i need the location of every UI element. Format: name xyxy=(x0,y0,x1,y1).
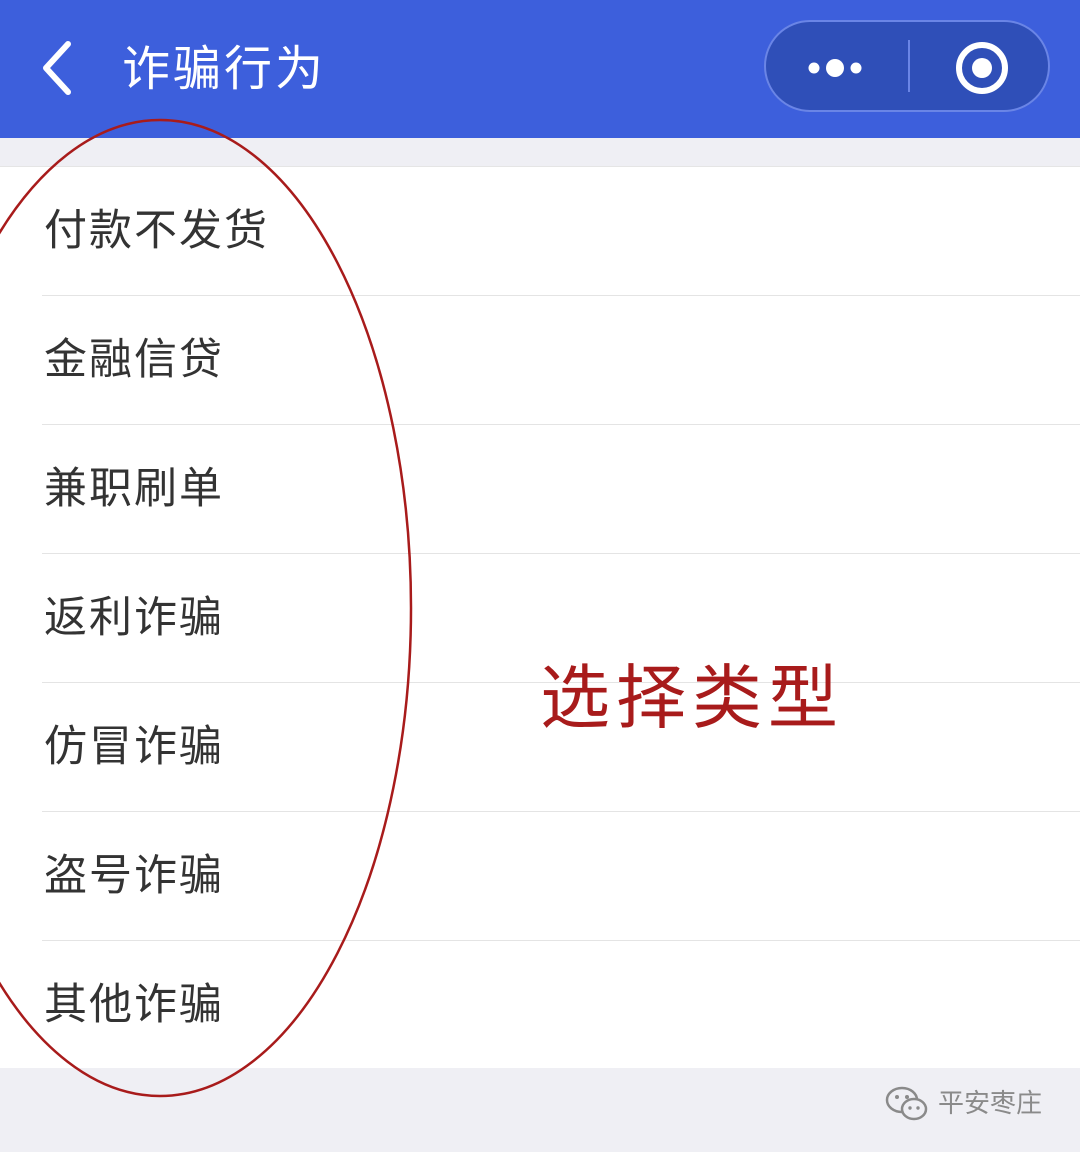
title-bar: 诈骗行为 xyxy=(0,0,1080,138)
mini-program-capsule xyxy=(764,20,1050,112)
more-button[interactable] xyxy=(766,22,908,110)
chevron-left-icon xyxy=(43,41,71,95)
list-item-label: 其他诈骗 xyxy=(44,980,224,1030)
page-title: 诈骗行为 xyxy=(122,41,327,97)
list-item-label: 兼职刷单 xyxy=(44,464,224,514)
list-item-label: 金融信贷 xyxy=(44,335,224,385)
annotation-label: 选择类型 xyxy=(540,657,844,739)
wechat-icon xyxy=(885,1086,928,1121)
list-item[interactable]: 兼职刷单 xyxy=(0,425,1080,553)
list-item-label: 盗号诈骗 xyxy=(44,851,224,901)
list-item[interactable]: 付款不发货 xyxy=(0,167,1080,295)
back-button[interactable] xyxy=(34,32,94,104)
list-item-label: 付款不发货 xyxy=(44,206,269,256)
list-item[interactable]: 其他诈骗 xyxy=(0,941,1080,1069)
list-item-label: 返利诈骗 xyxy=(44,593,224,643)
close-button[interactable] xyxy=(910,22,1048,110)
footer-brand-label: 平安枣庄 xyxy=(938,1089,1043,1119)
more-dots-icon xyxy=(808,59,862,77)
list-item[interactable]: 金融信贷 xyxy=(0,296,1080,424)
list-item-label: 仿冒诈骗 xyxy=(44,722,224,772)
list-item[interactable]: 盗号诈骗 xyxy=(0,812,1080,940)
fraud-type-list: 付款不发货 金融信贷 兼职刷单 返利诈骗 仿冒诈骗 盗号诈骗 其他诈骗 xyxy=(0,166,1080,1068)
target-circle-icon xyxy=(956,42,1008,94)
